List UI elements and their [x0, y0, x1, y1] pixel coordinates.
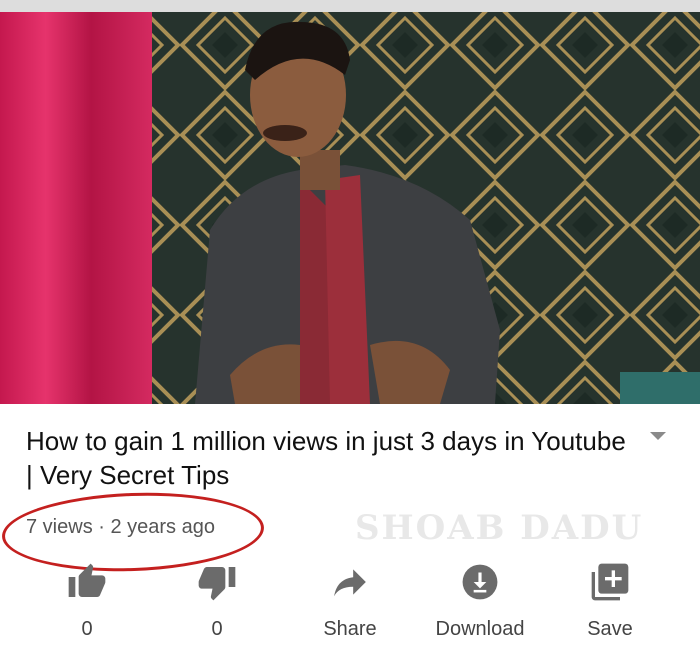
like-button[interactable]: 0 [27, 560, 147, 641]
dislike-count: 0 [211, 618, 223, 640]
share-arrow-icon [334, 569, 366, 597]
playlist-add-icon [591, 563, 629, 601]
channel-watermark: SHOAB DADU [355, 508, 644, 548]
save-label: Save [587, 618, 633, 640]
thumbs-down-icon [198, 567, 236, 601]
chevron-down-icon[interactable] [650, 432, 666, 440]
dislike-button[interactable]: 0 [157, 560, 277, 641]
thumbs-up-icon [68, 563, 106, 597]
download-label: Download [435, 618, 525, 640]
download-icon [462, 564, 498, 600]
action-bar: 0 0 Share Download Save [0, 560, 700, 650]
video-title-row: How to gain 1 million views in just 3 da… [26, 424, 666, 492]
video-title[interactable]: How to gain 1 million views in just 3 da… [26, 424, 626, 492]
share-label: Share [323, 618, 377, 640]
video-frame [0, 0, 700, 404]
video-thumbnail[interactable] [0, 0, 700, 404]
view-count-and-date: 7 views · 2 years ago [26, 516, 215, 538]
download-button[interactable]: Download [420, 560, 540, 641]
like-count: 0 [81, 618, 93, 640]
share-button[interactable]: Share [290, 560, 410, 641]
save-button[interactable]: Save [550, 560, 670, 641]
